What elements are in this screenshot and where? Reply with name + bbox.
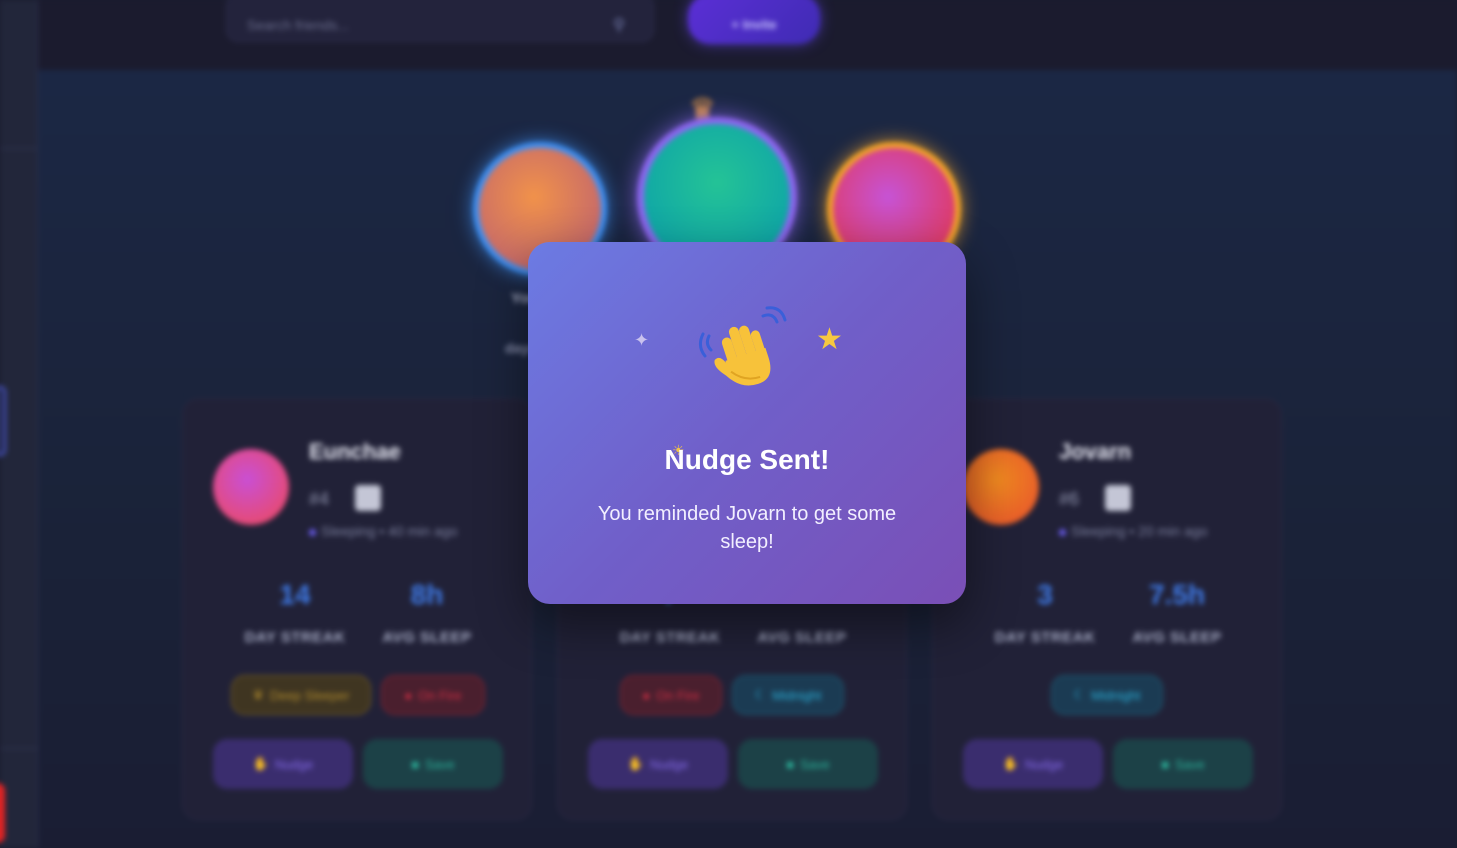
badge-on-fire: ● On Fire	[381, 675, 485, 715]
save-button[interactable]: ■ Save	[363, 739, 503, 789]
avg-sleep-label: AVG SLEEP	[1132, 629, 1222, 646]
fire-icon: ●	[404, 687, 413, 703]
status-label: Sleeping • 40 min ago	[321, 523, 458, 539]
friend-name: Eunchae	[309, 439, 401, 464]
friend-card: Eunchae #4 Sleeping • 40 min ago 14 8h D…	[182, 398, 532, 820]
trophy-icon: ♛	[252, 687, 265, 702]
hand-icon: ✋	[1002, 756, 1019, 771]
bookmark-icon: ■	[1161, 756, 1170, 772]
star-icon: ★	[816, 323, 843, 356]
nudge-button[interactable]: ✋ Nudge	[963, 739, 1103, 789]
flag-icon	[1105, 485, 1131, 511]
modal-title: Nudge Sent!	[664, 444, 830, 475]
status-label: Sleeping • 20 min ago	[1071, 523, 1208, 539]
top-bar: Search friends... ⚲ + Invite	[38, 0, 1457, 70]
save-label: Save	[1175, 756, 1205, 772]
badge-midnight: ☾ Midnight	[1051, 675, 1163, 715]
status-text: Sleeping • 40 min ago	[309, 523, 457, 539]
sidebar-divider	[0, 148, 38, 149]
friend-name: Jovarn	[1059, 439, 1132, 464]
bookmark-icon: ■	[411, 756, 420, 772]
badge-on-fire: ● On Fire	[620, 675, 722, 715]
badge-deep-sleeper: ♛ Deep Sleeper	[231, 675, 371, 715]
badge-label: Midnight	[1091, 687, 1141, 703]
search-input[interactable]: Search friends... ⚲	[226, 0, 654, 42]
status-dot-icon	[1059, 529, 1066, 536]
save-button[interactable]: ■ Save	[1113, 739, 1253, 789]
save-button[interactable]: ■ Save	[738, 739, 878, 789]
friend-rank: #4	[309, 489, 330, 509]
status-dot-icon	[309, 529, 316, 536]
badge-label: On Fire	[418, 687, 462, 703]
sidebar-item-active[interactable]	[0, 386, 6, 456]
friend-rank: #6	[1059, 489, 1080, 509]
search-placeholder: Search friends...	[247, 17, 349, 33]
nudge-sent-modal[interactable]: ✦ ★ ☀ Nudge Sent! You reminded Jovarn to…	[528, 242, 966, 604]
status-text: Sleeping • 20 min ago	[1059, 523, 1207, 539]
avatar[interactable]	[213, 449, 289, 525]
flag-icon	[355, 485, 381, 511]
streak-value: 3	[1037, 579, 1053, 610]
friend-card: Jovarn #6 Sleeping • 20 min ago 3 7.5h D…	[932, 398, 1282, 820]
nudge-label: Nudge	[649, 756, 689, 772]
nudge-label: Nudge	[274, 756, 314, 772]
streak-label: DAY STREAK	[244, 629, 346, 646]
sidebar-logout-button[interactable]	[0, 783, 5, 843]
avg-sleep-label: AVG SLEEP	[757, 629, 847, 646]
nudge-button[interactable]: ✋ Nudge	[213, 739, 353, 789]
streak-label: DAY STREAK	[619, 629, 721, 646]
fire-icon: ●	[642, 687, 651, 703]
bookmark-icon: ■	[786, 756, 795, 772]
hand-icon: ✋	[627, 756, 644, 771]
invite-button[interactable]: + Invite	[688, 0, 820, 44]
avg-sleep-value: 7.5h	[1148, 579, 1206, 610]
streak-label: DAY STREAK	[994, 629, 1096, 646]
streak-value: 14	[279, 579, 311, 610]
sparkle-icon: ✦	[634, 330, 650, 350]
moon-icon: ☾	[754, 687, 767, 702]
save-label: Save	[425, 756, 455, 772]
search-icon[interactable]: ⚲	[613, 15, 625, 35]
avg-sleep-value: 8h	[410, 579, 444, 610]
sidebar-divider	[0, 748, 38, 749]
badge-label: On Fire	[656, 687, 700, 703]
badge-label: Midnight	[772, 687, 822, 703]
sidebar	[0, 0, 38, 848]
avg-sleep-label: AVG SLEEP	[382, 629, 472, 646]
badge-label: Deep Sleeper	[270, 687, 350, 703]
avatar[interactable]	[963, 449, 1039, 525]
nudge-button[interactable]: ✋ Nudge	[588, 739, 728, 789]
moon-icon: ☾	[1073, 687, 1086, 702]
modal-message: You reminded Jovarn to get some sleep!	[597, 503, 897, 553]
badge-midnight: ☾ Midnight	[732, 675, 844, 715]
save-label: Save	[800, 756, 830, 772]
waving-hand-icon	[697, 306, 797, 396]
hand-icon: ✋	[252, 756, 269, 771]
nudge-label: Nudge	[1024, 756, 1064, 772]
